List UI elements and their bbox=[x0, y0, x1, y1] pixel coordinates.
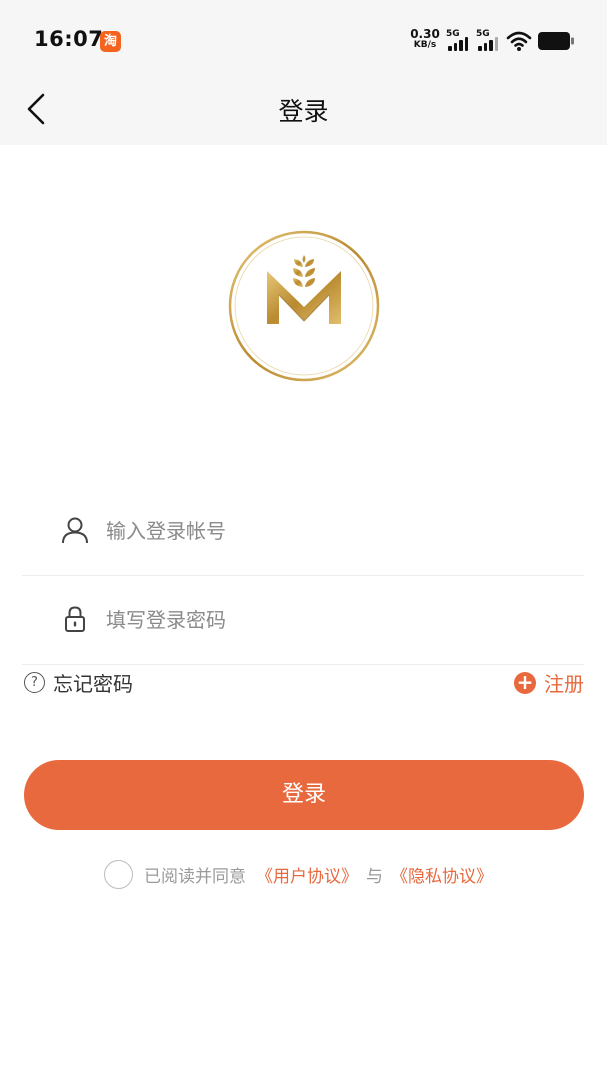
user-icon bbox=[62, 517, 88, 544]
status-time: 16:07 bbox=[34, 27, 104, 51]
agreement-prefix: 已阅读并同意 bbox=[144, 867, 246, 887]
page-title: 登录 bbox=[278, 97, 329, 126]
lock-icon bbox=[65, 606, 85, 632]
agreement-row: 已阅读并同意 《用户协议》 与 《隐私协议》 bbox=[104, 860, 493, 889]
account-field bbox=[22, 487, 584, 576]
plus-circle-icon: + bbox=[514, 671, 536, 694]
battery-icon bbox=[538, 32, 574, 50]
wifi-icon bbox=[506, 31, 532, 51]
signal-icon-2: 5G bbox=[476, 29, 502, 51]
login-button[interactable]: 登录 bbox=[24, 760, 584, 830]
agreement-checkbox[interactable] bbox=[104, 860, 133, 889]
privacy-agreement-link[interactable]: 《隐私协议》 bbox=[391, 862, 493, 887]
account-input[interactable] bbox=[106, 509, 546, 553]
password-field bbox=[22, 576, 584, 665]
taobao-icon: 淘 bbox=[100, 31, 121, 52]
register-label: 注册 bbox=[544, 672, 584, 696]
network-speed-unit: KB/s bbox=[413, 40, 437, 50]
user-agreement-link[interactable]: 《用户协议》 bbox=[256, 862, 358, 887]
wheat-m-logo bbox=[228, 230, 380, 382]
question-icon: ? bbox=[24, 672, 45, 693]
password-input[interactable] bbox=[106, 598, 546, 642]
sim2-label: 5G bbox=[476, 29, 490, 39]
forgot-password-link[interactable]: ? 忘记密码 bbox=[24, 668, 133, 697]
forgot-password-label: 忘记密码 bbox=[53, 672, 133, 696]
top-bar: 16:07 淘 0.30 KB/s 5G 5G 登录 bbox=[0, 0, 607, 145]
network-speed: 0.30 KB/s bbox=[410, 27, 440, 51]
register-link[interactable]: + 注册 bbox=[514, 668, 584, 697]
sim1-label: 5G bbox=[446, 29, 460, 39]
network-speed-value: 0.30 bbox=[410, 27, 440, 41]
agreement-and: 与 bbox=[366, 867, 383, 887]
signal-icon: 5G bbox=[446, 29, 472, 51]
